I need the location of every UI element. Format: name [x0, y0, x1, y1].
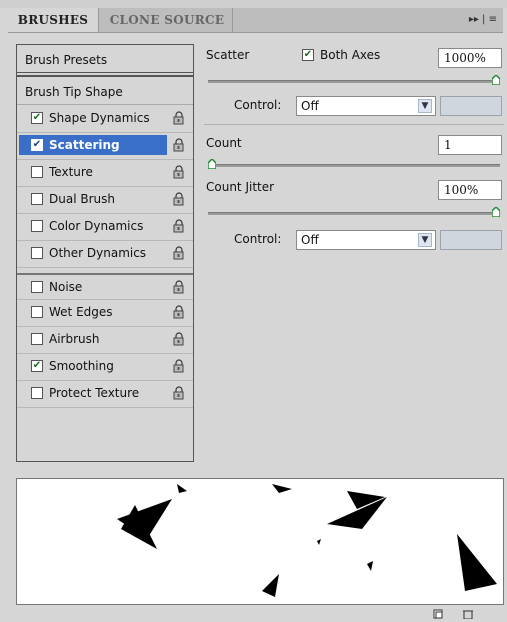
- list-item[interactable]: Color Dynamics: [17, 214, 193, 241]
- lock-icon[interactable]: [173, 332, 184, 346]
- option-checkbox[interactable]: [31, 166, 43, 178]
- lock-icon[interactable]: [173, 138, 184, 152]
- count-jitter-control-select[interactable]: Off ▼: [296, 230, 436, 250]
- divider: [17, 75, 193, 77]
- option-checkbox[interactable]: ✔: [31, 112, 43, 124]
- option-checkbox[interactable]: [31, 220, 43, 232]
- new-preset-icon[interactable]: [432, 608, 444, 619]
- option-checkbox[interactable]: [31, 247, 43, 259]
- list-item-label: Protect Texture: [49, 386, 140, 400]
- chevron-down-icon: ▼: [418, 99, 432, 113]
- list-item[interactable]: Other Dynamics: [17, 241, 193, 268]
- brush-stroke-preview: [16, 478, 504, 605]
- count-slider-thumb-icon[interactable]: [207, 157, 217, 170]
- list-item-label: Shape Dynamics: [49, 111, 150, 125]
- option-checkbox[interactable]: [31, 281, 43, 293]
- lock-icon[interactable]: [173, 192, 184, 206]
- scatter-slider-thumb-icon[interactable]: [491, 73, 501, 86]
- tab-clone-source[interactable]: CLONE SOURCE: [102, 8, 233, 32]
- list-item[interactable]: ✔ Scattering: [17, 133, 193, 160]
- list-item[interactable]: ✔ Shape Dynamics: [17, 106, 193, 133]
- list-item-label: Texture: [49, 165, 93, 179]
- count-slider-track[interactable]: [208, 164, 500, 167]
- control-select-value: Off: [301, 99, 319, 113]
- lock-icon[interactable]: [173, 386, 184, 400]
- count-jitter-slider-thumb-icon[interactable]: [491, 205, 501, 218]
- panel-menu-button[interactable]: ▸▸ | ≡: [469, 8, 497, 32]
- control-fade-field: [440, 96, 502, 116]
- control-fade-field: [440, 230, 502, 250]
- control-label: Control:: [234, 232, 282, 246]
- option-checkbox[interactable]: [31, 306, 43, 318]
- count-jitter-label: Count Jitter: [206, 180, 275, 194]
- list-item-label: Scattering: [49, 138, 120, 152]
- list-item-label: Dual Brush: [49, 192, 115, 206]
- divider: [204, 124, 504, 125]
- lock-icon[interactable]: [173, 305, 184, 319]
- tab-brushes[interactable]: BRUSHES: [8, 8, 99, 32]
- scatter-control-select[interactable]: Off ▼: [296, 96, 436, 116]
- list-item-label: Wet Edges: [49, 305, 113, 319]
- count-jitter-slider-track[interactable]: [208, 212, 500, 215]
- scattered-stroke-graphic: [117, 484, 497, 597]
- count-value-field[interactable]: 1: [438, 135, 502, 155]
- list-item[interactable]: Noise: [17, 273, 193, 300]
- count-label: Count: [206, 136, 242, 150]
- list-item[interactable]: Airbrush: [17, 327, 193, 354]
- scatter-value-field[interactable]: 1000%: [438, 48, 502, 68]
- chevron-down-icon: ▼: [418, 233, 432, 247]
- list-item-label: Noise: [49, 280, 83, 294]
- list-item[interactable]: Wet Edges: [17, 300, 193, 327]
- list-item[interactable]: Texture: [17, 160, 193, 187]
- lock-icon[interactable]: [173, 359, 184, 373]
- list-item-label: Smoothing: [49, 359, 114, 373]
- list-item-label: Airbrush: [49, 332, 100, 346]
- lock-icon[interactable]: [173, 280, 184, 294]
- option-checkbox[interactable]: ✔: [31, 360, 43, 372]
- both-axes-checkbox[interactable]: ✔: [302, 49, 314, 61]
- option-checkbox[interactable]: [31, 387, 43, 399]
- list-item-label: Other Dynamics: [49, 246, 147, 260]
- control-select-value: Off: [301, 233, 319, 247]
- list-item[interactable]: ✔ Smoothing: [17, 354, 193, 381]
- brush-tip-shape-item[interactable]: Brush Tip Shape: [17, 79, 193, 105]
- scatter-label: Scatter: [206, 48, 250, 62]
- brush-options-list: Brush Presets Brush Tip Shape ✔ Shape Dyn…: [16, 44, 194, 462]
- window-top-strip: [0, 0, 507, 8]
- lock-icon[interactable]: [173, 219, 184, 233]
- lock-icon[interactable]: [173, 165, 184, 179]
- trash-icon[interactable]: [462, 608, 474, 620]
- both-axes-label: Both Axes: [320, 48, 381, 62]
- count-jitter-value-field[interactable]: 100%: [438, 180, 502, 200]
- option-checkbox[interactable]: [31, 333, 43, 345]
- lock-icon[interactable]: [173, 111, 184, 125]
- brush-presets-button[interactable]: Brush Presets: [17, 45, 193, 73]
- option-checkbox[interactable]: [31, 193, 43, 205]
- lock-icon[interactable]: [173, 246, 184, 260]
- list-item-label: Color Dynamics: [49, 219, 144, 233]
- option-checkbox[interactable]: ✔: [31, 139, 43, 151]
- list-item[interactable]: Dual Brush: [17, 187, 193, 214]
- panel-tabbar: BRUSHES CLONE SOURCE ▸▸ | ≡: [8, 8, 503, 33]
- list-item[interactable]: Protect Texture: [17, 381, 193, 408]
- scatter-slider-track[interactable]: [208, 80, 500, 83]
- control-label: Control:: [234, 98, 282, 112]
